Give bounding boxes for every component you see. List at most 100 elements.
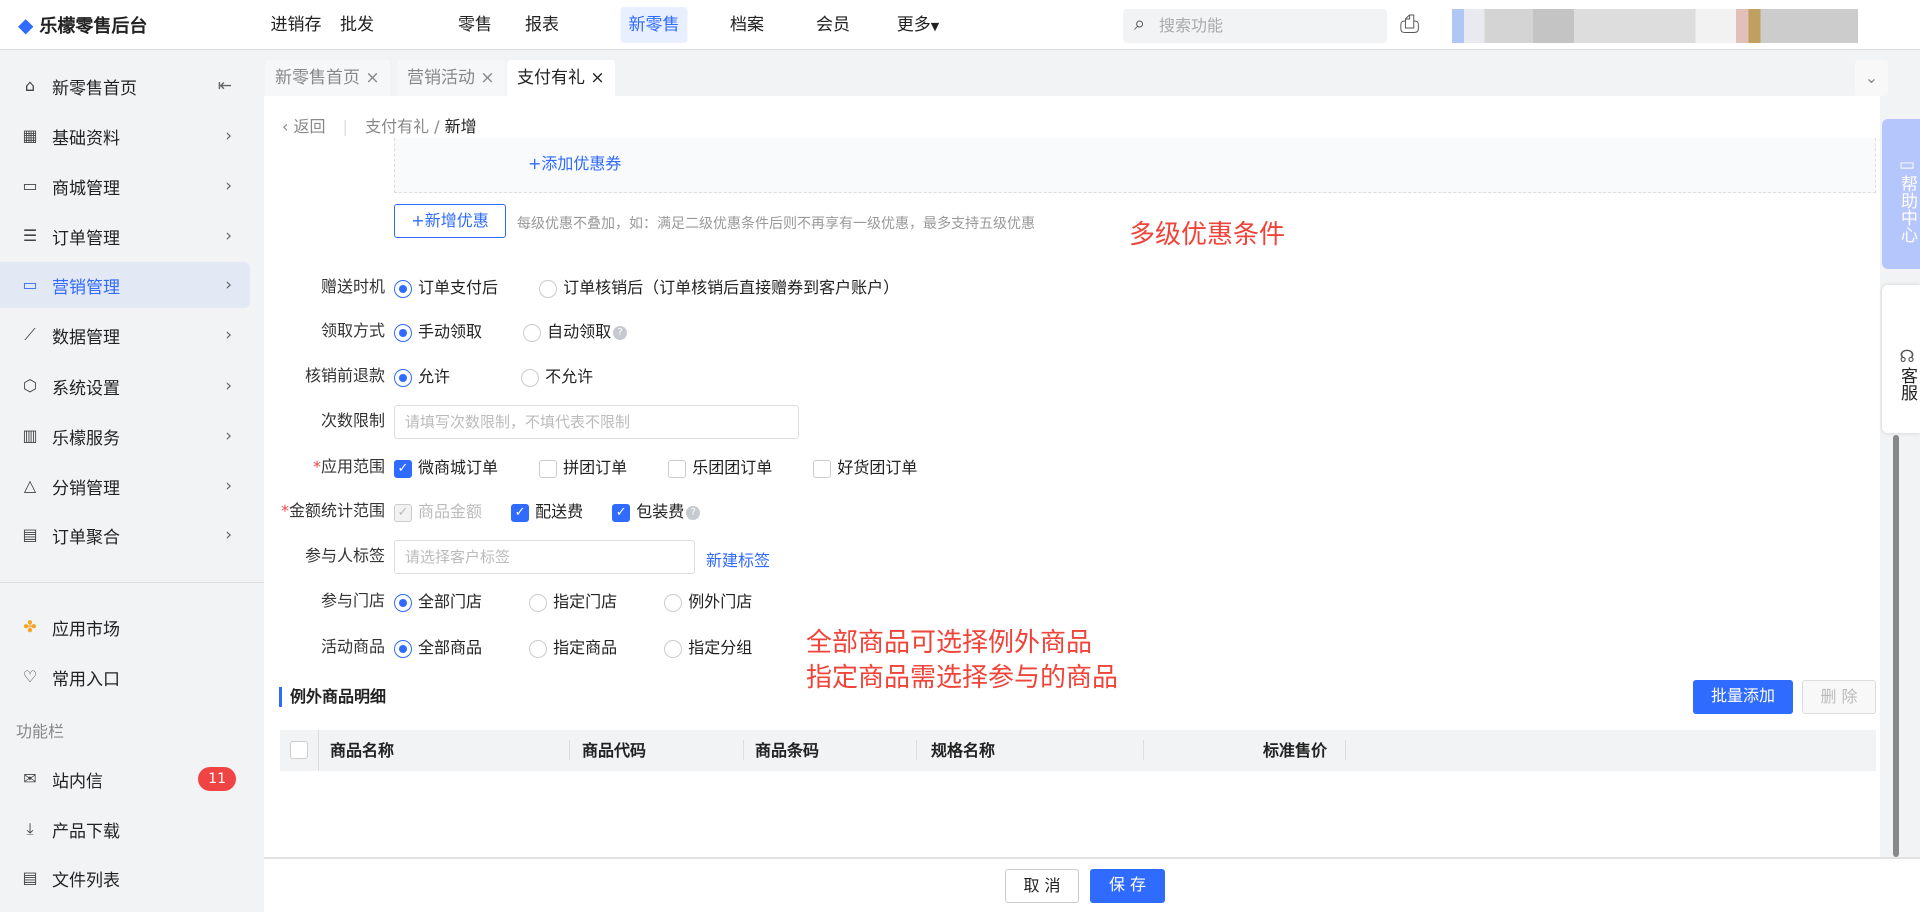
new-tag-link[interactable]: 新建标签 [706,547,770,571]
sidebar-item-aggregate[interactable]: ▤ 订单聚合 › [0,512,250,558]
tabs-dropdown-icon[interactable]: ⌄ [1855,60,1888,96]
tab-marketing[interactable]: 营销活动 × [397,60,505,96]
tab-pay-gift[interactable]: 支付有礼 × [507,60,615,97]
sidebar-item-settings[interactable]: ⬡ 系统设置 › [0,363,250,409]
chevron-right-icon: › [225,176,232,196]
checkbox-haohuo[interactable]: 好货团订单 [813,453,917,483]
col-price: 标准售价 [1263,741,1328,760]
sidebar-item-downloads[interactable]: ⤓ 产品下载 [0,806,250,852]
nav-pifa[interactable]: 批发 [340,0,374,50]
radio-manual-claim[interactable]: 手动领取 [394,317,482,347]
nav-more[interactable]: 更多▼ [897,0,939,50]
sidebar-item-distribution[interactable]: △ 分销管理 › [0,463,250,509]
save-button[interactable]: 保 存 [1090,869,1165,903]
radio-all-stores[interactable]: 全部门店 [394,587,482,617]
sidebar-item-mall[interactable]: ▭ 商城管理 › [0,163,250,209]
limit-input[interactable]: 请填写次数限制，不填代表不限制 [394,405,799,439]
help-center-button[interactable]: ▭帮助中心 [1882,119,1920,269]
close-icon[interactable]: × [480,68,494,88]
nav-baobiao[interactable]: 报表 [525,0,559,50]
sidebar-item-orders[interactable]: ☰ 订单管理 › [0,213,250,259]
select-all-checkbox[interactable] [290,741,308,759]
app-market-icon: ✤ [23,617,37,636]
amount-checkboxes: ✓ 商品金额 ✓ 配送费 ✓ 包装费? [394,497,736,527]
help-icon[interactable]: ? [686,505,701,520]
user-info-blurred[interactable] [1452,9,1858,43]
add-coupon-link[interactable]: +添加优惠券 [528,150,621,174]
divider [916,740,917,760]
heart-icon: ♡ [22,667,38,686]
radio-after-pay[interactable]: 订单支付后 [394,273,498,303]
grid-icon: ▦ [22,126,38,145]
divider [1345,740,1346,760]
nav-lingshou[interactable]: 零售 [458,0,492,50]
checkbox-group[interactable]: 拼团订单 [539,453,627,483]
store-icon: ▭ [22,176,38,195]
checkbox-letuan[interactable]: 乐团团订单 [668,453,772,483]
radio-specified-group[interactable]: 指定分组 [664,633,752,663]
checkbox-packing[interactable]: ✓ 包装费? [612,497,701,527]
radio-specified-stores[interactable]: 指定门店 [529,587,617,617]
table-header [280,730,1876,771]
close-icon[interactable]: × [365,68,379,88]
radio-excluded-stores[interactable]: 例外门店 [664,587,752,617]
col-barcode: 商品条码 [755,741,820,760]
label-stores: 参与门店 [320,591,385,610]
sidebar-item-app-market[interactable]: ✤ 应用市场 [0,604,250,650]
scrollbar[interactable] [1893,435,1899,857]
nav-dangan[interactable]: 档案 [730,0,764,50]
help-icon[interactable]: ? [613,325,628,340]
unread-badge: 11 [198,767,236,791]
breadcrumb-current: 新增 [444,117,477,136]
cancel-button[interactable]: 取 消 [1005,869,1079,903]
chevron-right-icon: › [225,525,232,545]
sidebar-item-messages[interactable]: ✉ 站内信 11 [0,756,250,802]
chevron-right-icon: › [225,376,232,396]
printer-icon[interactable]: ⎙ [1400,10,1419,38]
radio-allow[interactable]: 允许 [394,362,450,392]
gift-timing-radios: 订单支付后 订单核销后（订单核销后直接赠券到客户账户） [394,273,935,303]
list-icon: ☰ [22,226,38,245]
add-discount-button[interactable]: +新增优惠 [394,204,506,238]
checkbox-weimall[interactable]: ✓ 微商城订单 [394,453,498,483]
sidebar-item-home[interactable]: ⌂ 新零售首页 ⇤ [0,63,250,109]
radio-specified-goods[interactable]: 指定商品 [529,633,617,663]
sidebar-item-files[interactable]: ▤ 文件列表 [0,855,250,901]
sidebar-section-label: 功能栏 [16,722,65,741]
collapse-icon[interactable]: ⇤ [218,76,232,96]
breadcrumb-parent[interactable]: 支付有礼 [365,117,429,136]
radio-auto-claim[interactable]: 自动领取? [523,317,628,347]
search-input[interactable]: 搜索功能 [1123,9,1387,43]
file-list-icon: ▤ [22,868,38,887]
tab-new-retail-home[interactable]: 新零售首页 × [265,60,390,96]
nav-xinlingshou[interactable]: 新零售 [620,7,688,43]
sidebar-item-service[interactable]: ▥ 乐檬服务 › [0,413,250,459]
radio-disallow[interactable]: 不允许 [521,362,593,392]
radio-after-verify[interactable]: 订单核销后（订单核销后直接赠券到客户账户） [539,273,899,303]
customer-service-button[interactable]: ☊客服 [1882,285,1920,433]
sidebar-item-favorites[interactable]: ♡ 常用入口 [0,654,250,700]
sidebar-item-basic[interactable]: ▦ 基础资料 › [0,113,250,159]
chevron-right-icon: › [225,126,232,146]
nav-jinxiaocun[interactable]: 进销存 [271,0,322,50]
aggregate-icon: ▤ [22,525,38,544]
customer-tag-select[interactable]: 请选择客户标签 [394,540,695,574]
scope-checkboxes: ✓ 微商城订单 拼团订单 乐团团订单 好货团订单 [394,453,953,483]
sidebar-item-marketing[interactable]: ▭ 营销管理 › [0,262,250,308]
radio-all-goods[interactable]: 全部商品 [394,633,482,663]
batch-add-button[interactable]: 批量添加 [1693,680,1793,714]
discount-hint: 每级优惠不叠加，如：满足二级优惠条件后则不再享有一级优惠，最多支持五级优惠 [517,216,1035,232]
nav-huiyuan[interactable]: 会员 [816,0,850,50]
share-icon: △ [23,476,37,495]
logo[interactable]: ◆ 乐檬零售后台 [18,12,147,38]
chevron-right-icon: › [225,426,232,446]
goods-radios: 全部商品 指定商品 指定分组 [394,633,788,663]
delete-button[interactable]: 删 除 [1802,680,1876,714]
claim-method-radios: 手动领取 自动领取? [394,317,663,347]
close-icon[interactable]: × [590,68,604,88]
checkbox-delivery[interactable]: ✓ 配送费 [511,497,583,527]
sidebar-item-data[interactable]: ⟋ 数据管理 › [0,312,250,358]
back-link[interactable]: ‹ 返回 [282,117,326,136]
mail-icon: ✉ [23,769,37,788]
label-claim-method: 领取方式 [320,321,385,340]
